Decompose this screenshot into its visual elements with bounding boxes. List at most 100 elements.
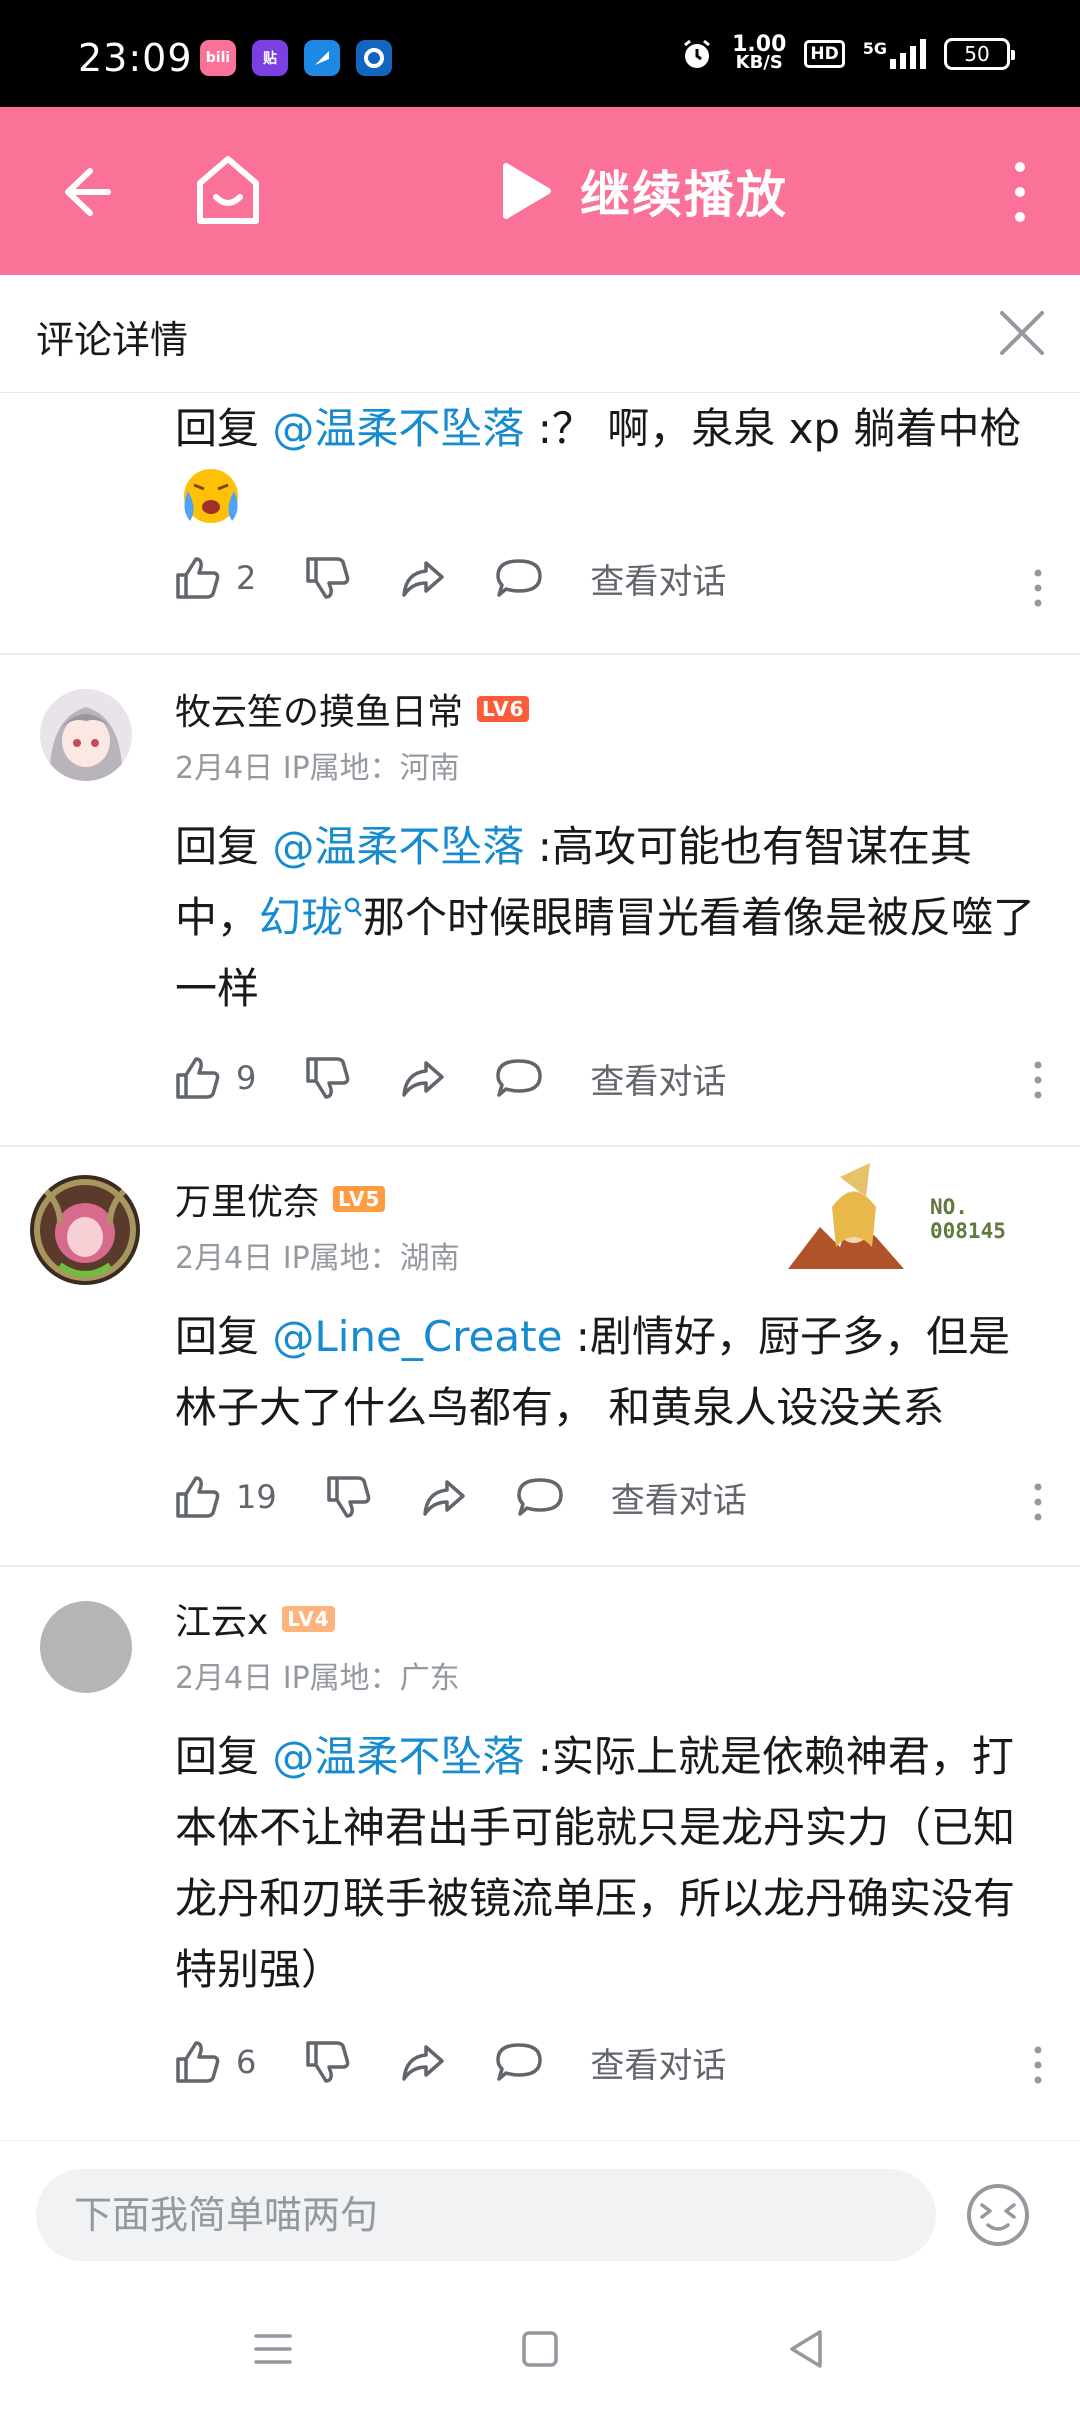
avatar[interactable] bbox=[40, 689, 132, 781]
like-count: 19 bbox=[236, 1478, 277, 1516]
comment-bubble-icon bbox=[496, 559, 543, 597]
reply-button[interactable] bbox=[515, 1472, 565, 1522]
user-info: 江云x LV4 bbox=[175, 1593, 335, 1645]
home-square-icon[interactable] bbox=[515, 2324, 565, 2374]
status-app-icons: bili 贴 bbox=[200, 40, 392, 76]
thumbs-up-icon bbox=[176, 1476, 220, 1518]
menu-icon[interactable] bbox=[248, 2324, 298, 2374]
sheet-title: 评论详情 bbox=[36, 318, 189, 362]
mention-link[interactable]: @Line_Create bbox=[272, 1312, 562, 1361]
back-triangle-icon[interactable] bbox=[782, 2324, 832, 2374]
dislike-button[interactable] bbox=[323, 1472, 373, 1522]
like-button[interactable]: 9 bbox=[172, 1053, 256, 1103]
like-button[interactable]: 6 bbox=[172, 2037, 256, 2087]
fan-badge: NO. 008145 bbox=[780, 1157, 1050, 1277]
share-button[interactable] bbox=[419, 1472, 469, 1522]
play-icon bbox=[503, 163, 551, 219]
share-button[interactable] bbox=[398, 1053, 448, 1103]
comment-meta: 2月4日 IP属地：湖南 bbox=[175, 1241, 460, 1276]
user-info: 牧云笙の摸鱼日常 LV6 bbox=[175, 683, 530, 735]
level-badge: LV5 bbox=[333, 1186, 386, 1212]
status-indicators: 1.00 KB/S HD 5G 50 bbox=[680, 32, 1015, 73]
thumbs-up-icon bbox=[176, 557, 220, 599]
share-icon bbox=[402, 1061, 445, 1097]
thumbs-down-icon bbox=[326, 1476, 371, 1518]
mention-link[interactable]: @温柔不坠落 bbox=[272, 822, 524, 871]
thumbs-up-icon bbox=[176, 1057, 220, 1099]
mention-link[interactable]: @温柔不坠落 bbox=[272, 1732, 524, 1781]
like-count: 2 bbox=[236, 559, 257, 597]
continue-play-button[interactable]: 继续播放 bbox=[498, 155, 788, 227]
thumbs-down-icon bbox=[306, 1057, 350, 1099]
comment-input-bar: 下面我简单喵两句 bbox=[0, 2140, 1080, 2290]
comment-bubble-icon bbox=[496, 2043, 543, 2081]
battery-icon: 50 bbox=[944, 38, 1015, 70]
username[interactable]: 万里优奈 bbox=[175, 1173, 319, 1225]
like-count: 9 bbox=[236, 1059, 257, 1097]
thumbs-up-icon bbox=[176, 2041, 220, 2083]
crying-emoji-icon bbox=[184, 469, 238, 523]
comment-text: 回复 @温柔不坠落 :？ 啊，泉泉 xp 躺着中枪 bbox=[175, 404, 1022, 453]
search-icon bbox=[344, 897, 362, 917]
like-count: 6 bbox=[236, 2043, 257, 2081]
fan-badge-character bbox=[788, 1163, 904, 1269]
video-top-bar: 继续播放 bbox=[0, 107, 1080, 275]
like-button[interactable]: 2 bbox=[172, 553, 256, 603]
comment-more-icon[interactable] bbox=[1032, 1060, 1044, 1100]
share-button[interactable] bbox=[398, 2037, 448, 2087]
level-badge: LV6 bbox=[477, 696, 530, 722]
continue-play-label: 继续播放 bbox=[580, 166, 788, 224]
thumbs-down-icon bbox=[306, 2041, 350, 2083]
comment-actions: 19 查看对话 bbox=[172, 1472, 747, 1522]
username[interactable]: 江云x bbox=[175, 1593, 268, 1645]
user-info: 万里优奈 LV5 bbox=[175, 1173, 386, 1225]
share-button[interactable] bbox=[398, 553, 448, 603]
view-dialog-link[interactable]: 查看对话 bbox=[590, 1054, 726, 1103]
circle-app-icon bbox=[356, 40, 392, 76]
reply-button[interactable] bbox=[494, 553, 544, 603]
bilibili-app-icon: bili bbox=[200, 40, 236, 76]
alarm-icon bbox=[684, 39, 711, 68]
level-badge: LV4 bbox=[282, 1606, 335, 1632]
view-dialog-link[interactable]: 查看对话 bbox=[611, 1473, 747, 1522]
comment-more-icon[interactable] bbox=[1032, 2045, 1044, 2085]
view-dialog-link[interactable]: 查看对话 bbox=[590, 2038, 726, 2087]
avatar[interactable] bbox=[40, 1601, 132, 1693]
comment-item: 江云x LV4 2月4日 IP属地：广东 回复 @温柔不坠落 :实际上就是依赖神… bbox=[0, 1567, 1080, 2150]
status-bar: 23:09 bili 贴 1.00 KB/S HD 5G 50 bbox=[0, 0, 1080, 107]
comment-input[interactable]: 下面我简单喵两句 bbox=[36, 2169, 936, 2261]
comment-item: 牧云笙の摸鱼日常 LV6 2月4日 IP属地：河南 回复 @温柔不坠落 :高攻可… bbox=[0, 655, 1080, 1147]
reply-button[interactable] bbox=[494, 1053, 544, 1103]
comment-actions: 6 查看对话 bbox=[172, 2037, 726, 2087]
dislike-button[interactable] bbox=[302, 2037, 352, 2087]
dislike-button[interactable] bbox=[302, 553, 352, 603]
mention-link[interactable]: @温柔不坠落 bbox=[272, 404, 524, 453]
view-dialog-link[interactable]: 查看对话 bbox=[590, 554, 726, 603]
comment-bubble-icon bbox=[496, 1059, 543, 1097]
dislike-button[interactable] bbox=[302, 1053, 352, 1103]
system-nav-bar bbox=[0, 2290, 1080, 2412]
fan-badge-number: NO. 008145 bbox=[930, 1195, 1006, 1243]
share-icon bbox=[402, 561, 445, 597]
back-arrow-icon[interactable] bbox=[50, 157, 120, 227]
comment-actions: 2 查看对话 bbox=[172, 553, 726, 603]
more-options-icon[interactable] bbox=[1000, 159, 1040, 225]
comment-more-icon[interactable] bbox=[1032, 1482, 1044, 1522]
share-icon bbox=[402, 2045, 445, 2081]
close-icon[interactable] bbox=[996, 307, 1048, 359]
net-speed: 1.00 KB/S bbox=[732, 32, 787, 73]
comment-actions: 9 查看对话 bbox=[172, 1053, 726, 1103]
search-link[interactable]: 幻珑 bbox=[259, 893, 363, 942]
comment-more-icon[interactable] bbox=[1032, 568, 1044, 608]
home-icon[interactable] bbox=[190, 151, 266, 231]
comment-item: 万里优奈 LV5 2月4日 IP属地：湖南 NO. 008145 回复 @Lin… bbox=[0, 1147, 1080, 1567]
avatar[interactable] bbox=[30, 1175, 140, 1285]
tieba-app-icon: 贴 bbox=[252, 40, 288, 76]
comment-item: 回复 @温柔不坠落 :？ 啊，泉泉 xp 躺着中枪 2 查看对话 bbox=[0, 393, 1080, 655]
reply-button[interactable] bbox=[494, 2037, 544, 2087]
hd-badge: HD bbox=[804, 40, 845, 68]
like-button[interactable]: 19 bbox=[172, 1472, 277, 1522]
emoji-icon[interactable] bbox=[964, 2181, 1032, 2249]
username[interactable]: 牧云笙の摸鱼日常 bbox=[175, 683, 463, 735]
signal-icon: 5G bbox=[863, 39, 926, 69]
